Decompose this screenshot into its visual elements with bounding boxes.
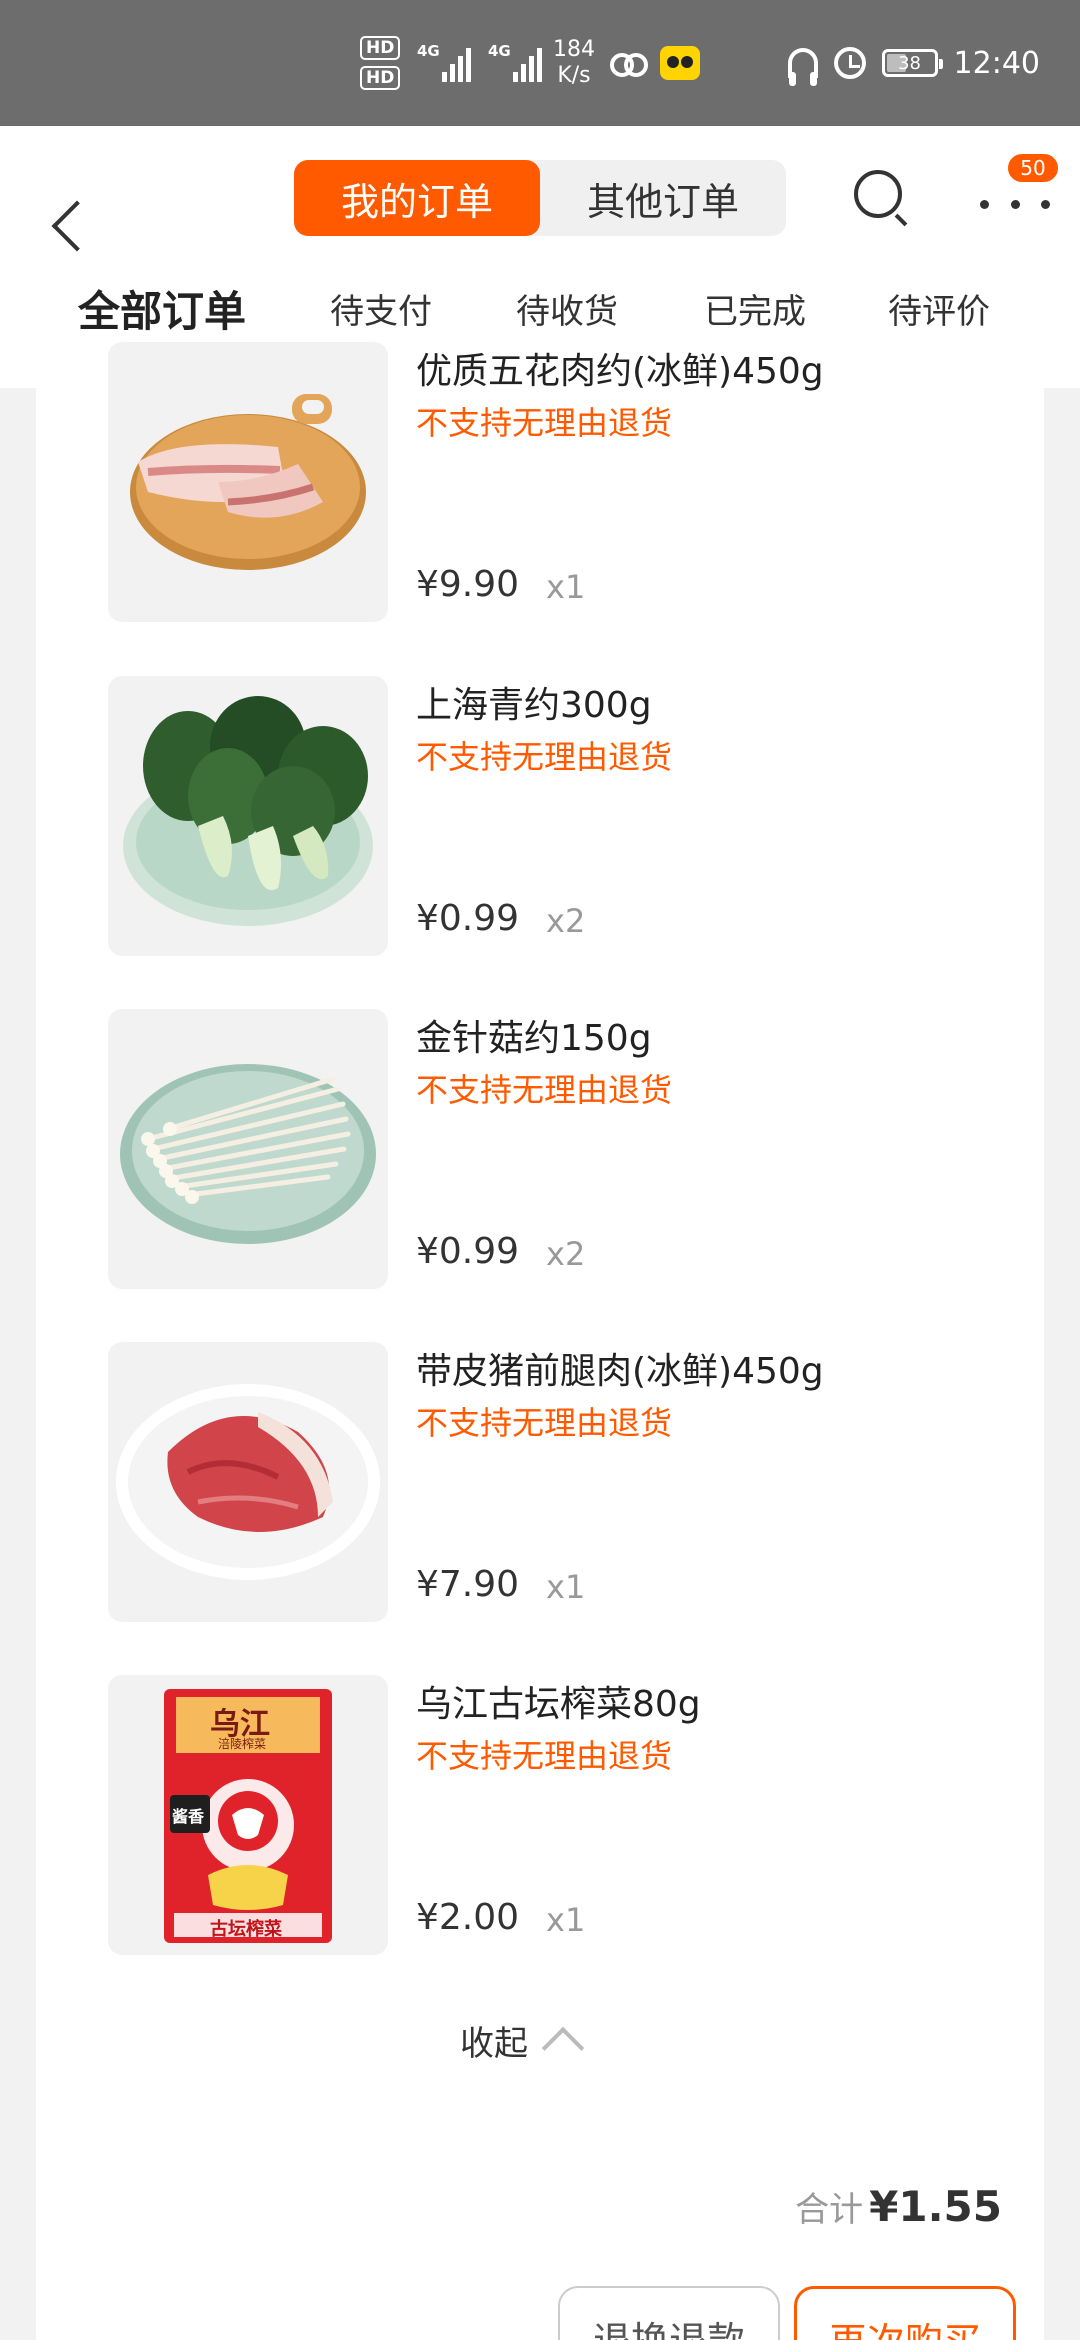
signal-icon-2: 4G xyxy=(488,42,542,82)
product-name: 乌江古坛榨菜80g xyxy=(416,1684,701,1725)
order-type-switch: 我的订单 其他订单 xyxy=(294,160,786,236)
network-speed: 184 K/s xyxy=(553,0,595,126)
system-icons: 38 12:40 xyxy=(787,0,1040,126)
order-card: 优质五花肉约(冰鲜)450g 不支持无理由退货 ¥9.90 x1 上海青约300… xyxy=(36,342,1044,2340)
hd-indicators: HD HD xyxy=(360,0,401,126)
product-price: ¥0.99 xyxy=(416,1231,520,1272)
order-item[interactable]: 金针菇约150g 不支持无理由退货 ¥0.99 x2 xyxy=(72,1009,1008,1289)
product-name: 优质五花肉约(冰鲜)450g xyxy=(416,351,824,392)
battery-level: 38 xyxy=(898,52,921,74)
signal-icon-1: 4G xyxy=(417,42,471,82)
rebuy-button[interactable]: 再次购买 xyxy=(794,2286,1016,2340)
product-price: ¥7.90 xyxy=(416,1564,520,1605)
product-image-enoki xyxy=(108,1009,388,1289)
product-quantity: x1 xyxy=(546,568,586,606)
return-policy-note: 不支持无理由退货 xyxy=(416,738,673,776)
status-bar: HD HD 4G 4G 184 K/s 38 12:40 xyxy=(0,0,1080,126)
segment-my-orders[interactable]: 我的订单 xyxy=(294,160,540,236)
return-policy-note: 不支持无理由退货 xyxy=(416,1737,673,1775)
chevron-up-icon xyxy=(541,2026,585,2070)
product-quantity: x1 xyxy=(546,1568,586,1606)
hd-icon-1: HD xyxy=(360,36,401,60)
tab-pending-payment[interactable]: 待支付 xyxy=(330,284,432,333)
app-notification-icon xyxy=(660,46,700,80)
product-image-pork-leg xyxy=(108,1342,388,1622)
search-button[interactable] xyxy=(852,168,910,226)
product-image-bok-choy xyxy=(108,676,388,956)
return-policy-note: 不支持无理由退货 xyxy=(416,404,673,442)
product-quantity: x2 xyxy=(546,902,586,940)
tab-all-orders[interactable]: 全部订单 xyxy=(78,278,246,339)
order-item[interactable]: 乌江 涪陵榨菜 酱香 古坛榨菜 乌江古坛榨菜80g 不支持无理由退货 ¥2.00… xyxy=(72,1675,1008,1955)
product-image-pickle: 乌江 涪陵榨菜 酱香 古坛榨菜 xyxy=(108,1675,388,1955)
package-bottom-label: 古坛榨菜 xyxy=(210,1919,282,1940)
package-tag: 酱香 xyxy=(172,1807,205,1826)
signal-indicators: 4G 4G xyxy=(417,0,542,126)
product-price: ¥2.00 xyxy=(416,1897,520,1938)
speed-value: 184 xyxy=(553,37,595,62)
headset-icon xyxy=(787,48,818,86)
return-policy-note: 不支持无理由退货 xyxy=(416,1404,673,1442)
alarm-icon xyxy=(833,47,866,79)
battery-icon: 38 xyxy=(881,49,943,77)
product-price: ¥9.90 xyxy=(416,564,520,605)
clock: 12:40 xyxy=(953,45,1040,81)
product-name: 上海青约300g xyxy=(416,685,652,726)
product-quantity: x2 xyxy=(546,1235,586,1273)
order-item[interactable]: 优质五花肉约(冰鲜)450g 不支持无理由退货 ¥9.90 x1 xyxy=(72,342,1008,622)
product-price: ¥0.99 xyxy=(416,898,520,939)
product-name: 金针菇约150g xyxy=(416,1018,652,1059)
speed-unit: K/s xyxy=(557,63,591,88)
order-item[interactable]: 带皮猪前腿肉(冰鲜)450g 不支持无理由退货 ¥7.90 x1 xyxy=(72,1342,1008,1622)
return-policy-note: 不支持无理由退货 xyxy=(416,1071,673,1109)
tab-pending-receipt[interactable]: 待收货 xyxy=(516,284,618,333)
package-subtitle: 涪陵榨菜 xyxy=(218,1737,267,1751)
refund-button[interactable]: 退换退款 xyxy=(558,2286,780,2340)
product-image-pork-belly xyxy=(108,342,388,622)
infinity-icon xyxy=(610,53,648,77)
tab-completed[interactable]: 已完成 xyxy=(704,284,806,333)
collapse-label: 收起 xyxy=(460,2023,528,2064)
more-dots-icon xyxy=(980,199,989,209)
message-badge: 50 xyxy=(1006,152,1060,184)
order-item[interactable]: 上海青约300g 不支持无理由退货 ¥0.99 x2 xyxy=(72,676,1008,956)
total-amount: ¥1.55 xyxy=(869,2182,1002,2231)
tab-pending-review[interactable]: 待评价 xyxy=(888,284,990,333)
back-arrow-icon xyxy=(51,200,103,252)
more-button[interactable] xyxy=(980,184,1050,224)
notification-icons xyxy=(610,0,700,126)
order-total: 合计 ¥1.55 xyxy=(795,2182,1002,2231)
product-quantity: x1 xyxy=(546,1901,586,1939)
segment-other-orders[interactable]: 其他订单 xyxy=(540,160,786,236)
collapse-toggle[interactable]: 收起 xyxy=(460,2010,585,2070)
total-label: 合计 xyxy=(795,2190,864,2230)
search-icon xyxy=(854,170,902,218)
hd-icon-2: HD xyxy=(360,66,401,90)
product-name: 带皮猪前腿肉(冰鲜)450g xyxy=(416,1351,824,1392)
